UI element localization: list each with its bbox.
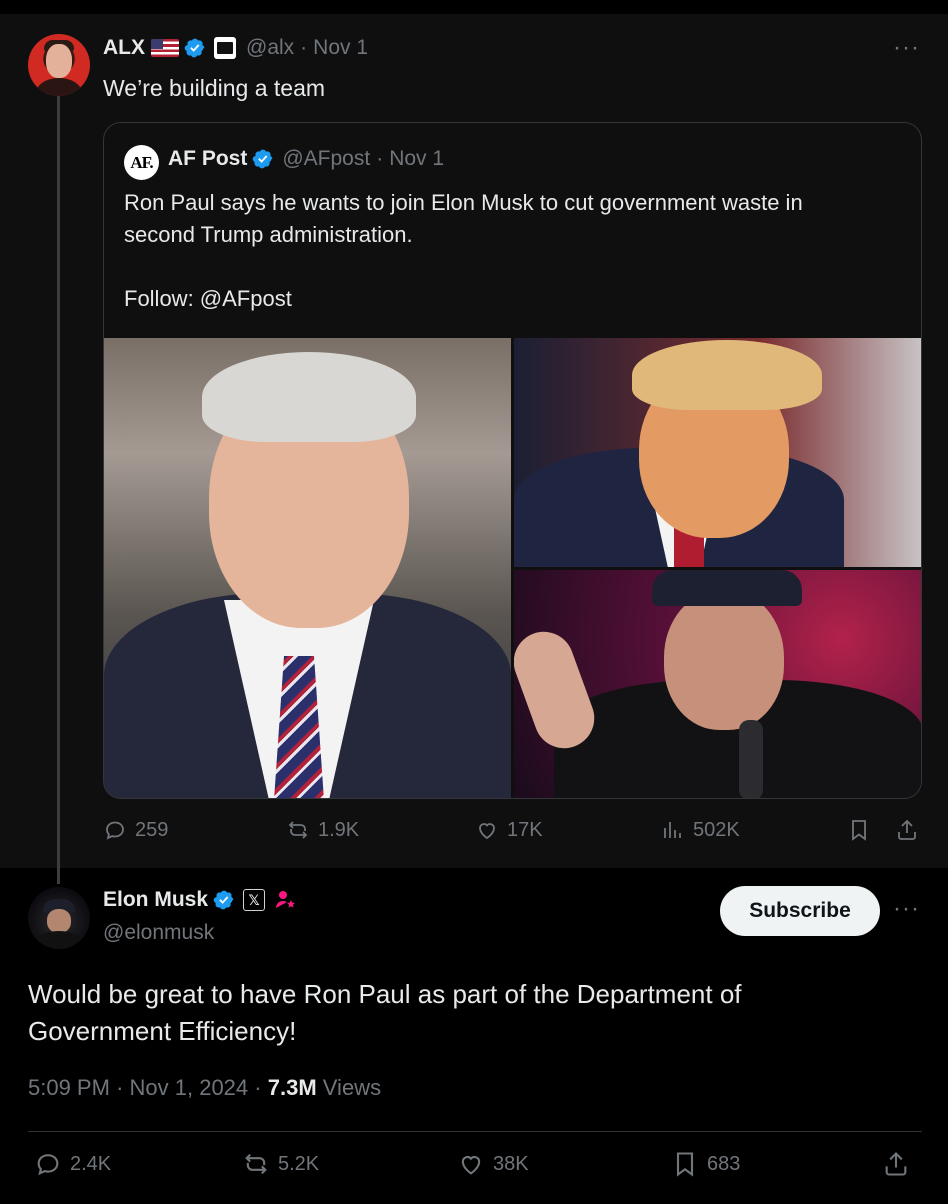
verified-icon — [253, 149, 273, 169]
separator: · — [376, 147, 384, 170]
media-grid — [104, 338, 921, 798]
like-icon — [479, 823, 495, 840]
quoted-date: Nov 1 — [389, 147, 445, 170]
author-name[interactable]: ALX — [103, 36, 145, 60]
separator: · — [116, 1075, 124, 1100]
repost-icon — [288, 821, 308, 839]
verified-icon — [213, 890, 234, 910]
views-count: 502K — [693, 818, 740, 841]
repost-count: 5.2K — [278, 1152, 320, 1175]
main-action-bar: 2.4K 5.2K 38K 683 — [28, 1150, 922, 1190]
handle[interactable]: @elonmusk — [103, 921, 214, 945]
bookmark-button[interactable]: 683 — [671, 1150, 740, 1178]
quoted-text-line: second Trump administration. — [124, 222, 413, 247]
views-icon — [664, 822, 681, 838]
reply-button[interactable]: 259 — [103, 818, 168, 842]
quoted-text-line: Follow: @AFpost — [124, 286, 292, 311]
main-handle[interactable]: @elonmusk — [103, 921, 214, 945]
af-post-logo: AF. — [124, 145, 159, 180]
main-text-line: Would be great to have Ron Paul as part … — [28, 979, 742, 1009]
x-badge-icon[interactable]: 𝕏 — [243, 889, 266, 911]
quoted-tweet-text: Ron Paul says he wants to join Elon Musk… — [124, 187, 904, 315]
quoted-text-line: Ron Paul says he wants to join Elon Musk… — [124, 190, 803, 215]
quoted-tweet-card[interactable]: AF. AF Post @AFpost · Nov 1 Ron Paul say… — [103, 122, 922, 799]
like-icon — [461, 1156, 481, 1175]
views-count: 7.3M — [267, 1075, 317, 1100]
photo-ron-paul[interactable] — [104, 338, 511, 798]
like-button[interactable]: 17K — [475, 818, 543, 842]
share-button[interactable] — [882, 1150, 910, 1178]
handle[interactable]: @alx — [246, 36, 294, 60]
avatar-alx[interactable] — [28, 34, 90, 96]
parent-tweet-header: ALX @alx · Nov 1 — [103, 36, 368, 60]
reply-count: 2.4K — [70, 1152, 112, 1175]
repost-button[interactable]: 1.9K — [286, 818, 359, 842]
like-count: 38K — [493, 1152, 529, 1175]
share-icon — [898, 819, 916, 840]
more-options-button[interactable]: ··· — [893, 895, 920, 923]
bookmark-icon — [676, 1152, 694, 1177]
reply-button[interactable]: 2.4K — [34, 1150, 111, 1178]
author-name[interactable]: Elon Musk — [103, 888, 208, 912]
repost-button[interactable]: 5.2K — [242, 1150, 319, 1178]
bookmark-button[interactable] — [847, 818, 871, 842]
separator: · — [254, 1075, 262, 1100]
photo-musk[interactable] — [514, 570, 921, 798]
views-label: Views — [322, 1075, 382, 1100]
main-tweet-text: Would be great to have Ron Paul as part … — [28, 976, 908, 1050]
tweet-date[interactable]: Nov 1, 2024 — [130, 1075, 249, 1100]
quoted-handle[interactable]: @AFpost — [282, 147, 370, 171]
quoted-author-name[interactable]: AF Post — [168, 147, 247, 171]
tweet-meta: 5:09 PM · Nov 1, 2024 · 7.3M Views — [28, 1075, 381, 1101]
thread-line — [57, 86, 60, 884]
separator: · — [300, 36, 308, 59]
tweet-time[interactable]: 5:09 PM — [28, 1075, 110, 1100]
views-button[interactable]: 502K — [661, 818, 740, 842]
main-text-line: Government Efficiency! — [28, 1016, 297, 1046]
subscribe-button[interactable]: Subscribe — [720, 886, 880, 936]
bookmark-count: 683 — [707, 1152, 741, 1175]
us-flag-icon — [151, 39, 179, 57]
photo-trump[interactable] — [514, 338, 921, 567]
like-button[interactable]: 38K — [457, 1150, 529, 1178]
tweet-text: We’re building a team — [103, 75, 326, 101]
affiliate-badge-icon[interactable] — [214, 37, 236, 59]
avatar-elonmusk[interactable] — [28, 887, 90, 949]
quoted-tweet-header: AF Post @AFpost · Nov 1 — [168, 147, 444, 171]
share-button[interactable] — [895, 818, 919, 842]
repost-icon — [245, 1153, 267, 1175]
more-options-button[interactable]: ··· — [893, 34, 920, 62]
repost-count: 1.9K — [318, 818, 360, 841]
parent-action-bar: 259 1.9K 17K 502K — [103, 818, 923, 852]
reply-icon — [37, 1154, 59, 1176]
tweet-date[interactable]: Nov 1 — [313, 36, 368, 60]
bookmark-icon — [852, 820, 866, 841]
reply-count: 259 — [135, 818, 169, 841]
affiliate-icon[interactable] — [273, 888, 297, 912]
share-icon — [885, 1152, 907, 1176]
divider — [28, 1131, 922, 1132]
like-count: 17K — [507, 818, 543, 841]
reply-icon — [106, 821, 124, 840]
main-tweet-header: Elon Musk 𝕏 — [103, 888, 297, 912]
verified-icon — [184, 38, 205, 58]
